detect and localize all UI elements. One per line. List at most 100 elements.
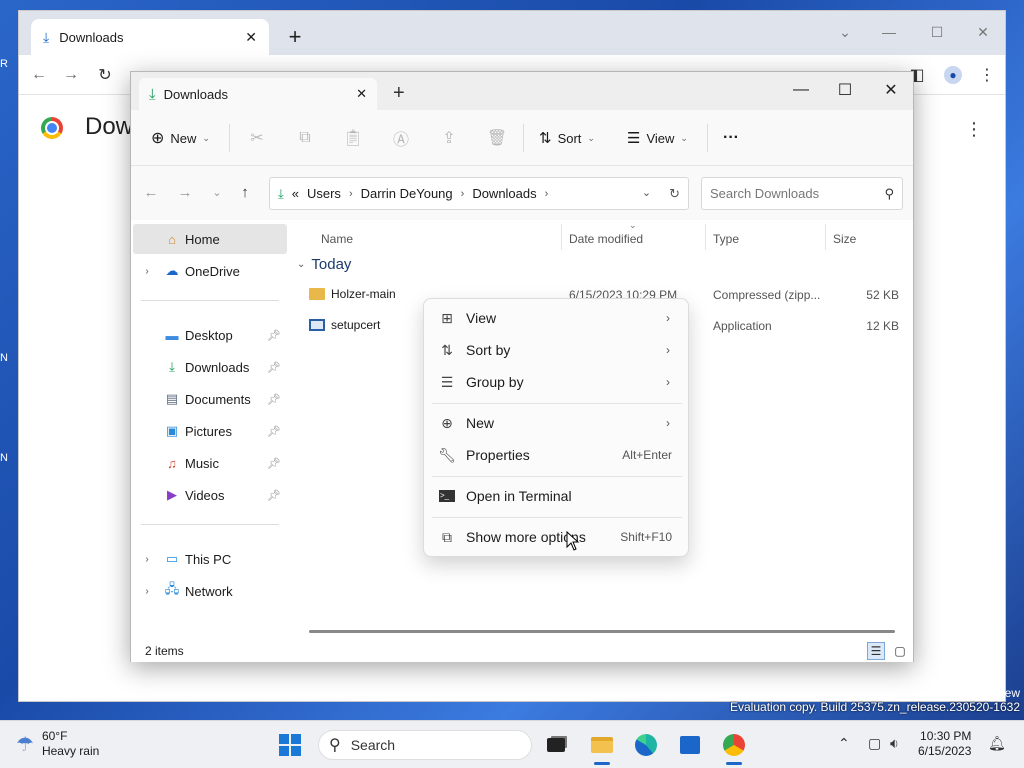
nav-item-desktop[interactable]: ▬ Desktop 📌︎ [133,320,287,350]
maximize-button[interactable]: ☐ [823,76,867,104]
nav-item-music[interactable]: ♫ Music 📌︎ [133,448,287,478]
see-more-button[interactable]: ··· [723,124,739,152]
menu-item-properties[interactable]: 🔧︎ Properties Alt+Enter [428,440,686,470]
terminal-icon: >_ [428,490,466,502]
breadcrumb-users[interactable]: Users [307,186,341,201]
nav-item-network[interactable]: › 🖧︎ Network [133,576,287,606]
reload-icon[interactable]: ↻ [93,63,117,87]
store-icon[interactable] [676,731,704,759]
status-bar: 2 items [131,640,913,662]
nav-item-this-pc[interactable]: › ▭ This PC [133,544,287,574]
minimize-button[interactable]: — [779,76,823,104]
column-divider[interactable] [561,224,562,250]
zip-folder-icon [309,288,325,300]
menu-item-view[interactable]: ⊞ View › [428,303,686,333]
pin-icon[interactable]: 📌︎ [267,361,281,374]
downloads-page-menu-icon[interactable]: ⋮ [965,119,983,140]
breadcrumb-chevron-icon[interactable]: › [461,188,465,200]
search-box[interactable]: Search Downloads ⚲ [701,177,903,210]
forward-arrow-icon[interactable]: → [173,180,197,204]
address-history-chevron-icon[interactable]: ⌄ [642,186,651,202]
explorer-new-tab-button[interactable]: + [393,82,405,105]
breadcrumb-chevron-icon[interactable]: › [545,188,549,200]
show-hidden-icons-chevron[interactable]: ⌃ [838,735,850,752]
nav-item-pictures[interactable]: ▣ Pictures 📌︎ [133,416,287,446]
address-bar[interactable]: ⤓ « Users › Darrin DeYoung › Downloads ›… [269,177,689,210]
column-divider[interactable] [705,224,706,250]
chrome-taskbar-icon[interactable] [720,731,748,765]
nav-item-home[interactable]: ⌂ Home [133,224,287,254]
paste-icon[interactable]: 📋︎ [339,124,367,152]
horizontal-scrollbar[interactable] [309,630,895,633]
taskbar-search-box[interactable]: ⚲ Search [318,730,532,760]
chrome-maximize-button[interactable]: ☐ [915,17,959,47]
video-icon: ▶ [167,487,177,502]
breadcrumb-user[interactable]: Darrin DeYoung [361,186,453,201]
breadcrumb-overflow[interactable]: « [292,186,299,201]
expand-chevron-icon[interactable]: › [133,266,161,277]
expand-chevron-icon[interactable]: › [133,586,161,597]
pin-icon[interactable]: 📌︎ [267,329,281,342]
details-view-icon[interactable]: ☰ [867,642,885,660]
menu-item-sort-by[interactable]: ⇅ Sort by › [428,335,686,365]
profile-avatar-icon[interactable]: ● [941,63,965,87]
expand-chevron-icon[interactable]: › [133,554,161,565]
tiles-view-icon[interactable]: ▢ [891,642,909,660]
chrome-menu-icon[interactable]: ⋮ [975,63,999,87]
refresh-icon[interactable]: ↻ [669,186,680,202]
column-divider[interactable] [825,224,826,250]
nav-item-videos[interactable]: ▶ Videos 📌︎ [133,480,287,510]
explorer-tab-downloads[interactable]: ⤓ Downloads ✕ [139,78,377,110]
chrome-tab-downloads[interactable]: ⤓ Downloads ✕ [31,19,269,55]
group-label: Today [311,256,352,273]
close-icon[interactable]: ✕ [245,29,257,46]
windows-start-icon[interactable] [278,733,302,757]
window-close-button[interactable]: ✕ [869,76,913,104]
pin-icon[interactable]: 📌︎ [267,489,281,502]
new-tab-button[interactable]: + [281,23,309,51]
sort-button[interactable]: ⇅ Sort ⌄ [539,124,595,152]
weather-widget[interactable]: ☂ 60°F Heavy rain [16,729,99,759]
volume-icon[interactable]: 🔉︎ [890,735,899,752]
network-status-icon[interactable]: ▢ [868,735,881,752]
column-header-type[interactable]: Type [713,232,739,246]
breadcrumb-chevron-icon[interactable]: › [349,188,353,200]
system-clock[interactable]: 10:30 PM 6/15/2023 [918,729,971,759]
column-header-size[interactable]: Size [833,232,856,246]
nav-item-documents[interactable]: ▤ Documents 📌︎ [133,384,287,414]
copy-icon[interactable]: ⧉ [291,124,319,152]
nav-item-onedrive[interactable]: › ☁ OneDrive [133,256,287,286]
file-explorer-taskbar-icon[interactable] [588,731,616,765]
new-button[interactable]: ⊕ New ⌄ [151,124,210,152]
recent-locations-chevron-icon[interactable]: ⌄ [205,180,229,204]
chrome-close-button[interactable]: ✕ [961,17,1005,47]
notification-icon[interactable]: 🔔︎ [988,735,1006,752]
sort-arrows-icon: ⇅ [441,341,453,358]
forward-arrow-icon[interactable]: → [59,63,83,87]
share-icon[interactable]: ⇪ [435,124,463,152]
pin-icon[interactable]: 📌︎ [267,425,281,438]
group-header-today[interactable]: ⌄ Today [297,256,351,273]
menu-item-new[interactable]: ⊕ New › [428,408,686,438]
menu-item-open-terminal[interactable]: >_ Open in Terminal [428,481,686,511]
cut-icon[interactable]: ✂ [243,124,271,152]
breadcrumb-downloads[interactable]: Downloads [472,186,536,201]
delete-icon[interactable]: 🗑︎ [483,124,511,152]
tab-search-icon[interactable]: ⌄ [823,17,867,47]
nav-item-downloads[interactable]: ⤓ Downloads 📌︎ [133,352,287,382]
close-icon[interactable]: ✕ [356,86,367,102]
task-view-icon[interactable] [542,731,570,759]
view-button[interactable]: ☰ View ⌄ [627,124,688,152]
pin-icon[interactable]: 📌︎ [267,393,281,406]
column-header-name[interactable]: Name [321,232,353,246]
menu-item-show-more-options[interactable]: ⧉ Show more options Shift+F10 [428,522,686,552]
chrome-minimize-button[interactable]: — [867,17,911,47]
pin-icon[interactable]: 📌︎ [267,457,281,470]
column-header-date[interactable]: Date modified [569,232,643,246]
edge-browser-icon[interactable] [632,731,660,759]
up-arrow-icon[interactable]: ↑ [233,180,257,204]
back-arrow-icon[interactable]: ← [27,63,51,87]
back-arrow-icon[interactable]: ← [139,180,163,204]
menu-item-group-by[interactable]: ☰ Group by › [428,367,686,397]
rename-icon[interactable]: Ⓐ [387,124,415,152]
